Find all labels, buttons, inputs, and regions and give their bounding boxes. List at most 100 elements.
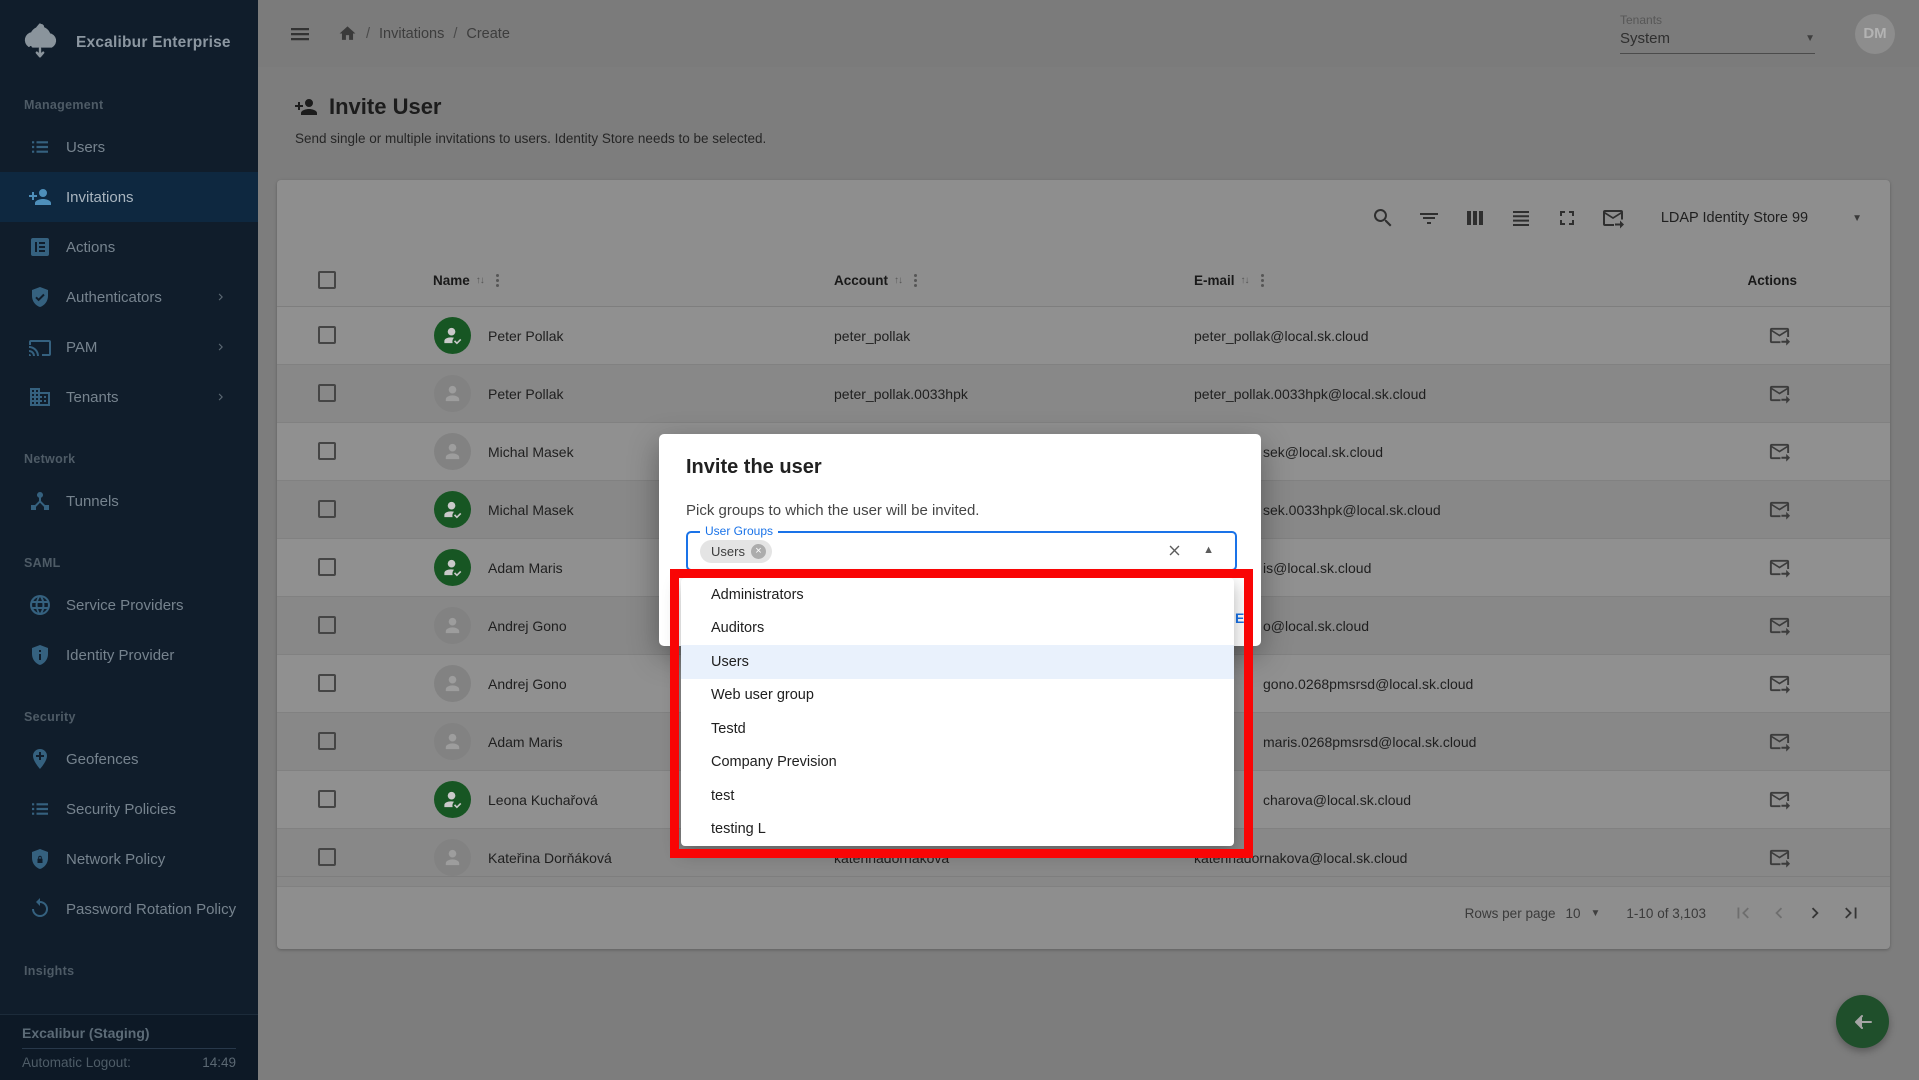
sidebar-item-label: Actions xyxy=(66,239,115,256)
home-icon[interactable] xyxy=(338,24,357,43)
sidebar-item-password-rotation-policy[interactable]: Password Rotation Policy xyxy=(0,884,258,934)
column-header-account[interactable]: Account ↑↓ xyxy=(834,273,917,288)
tenant-select[interactable]: Tenants System ▼ xyxy=(1620,13,1815,54)
row-checkbox[interactable] xyxy=(318,442,336,460)
dropdown-option-administrators[interactable]: Administrators xyxy=(681,578,1234,612)
cell-name: Andrej Gono xyxy=(488,676,567,692)
sidebar-item-authenticators[interactable]: Authenticators xyxy=(0,272,258,322)
sidebar-section-label-management: Management xyxy=(24,98,258,112)
dropdown-option-web-user-group[interactable]: Web user group xyxy=(681,679,1234,713)
sidebar-item-tunnels[interactable]: Tunnels xyxy=(0,476,258,526)
user-avatar[interactable]: DM xyxy=(1855,14,1895,54)
chip-remove-icon[interactable]: × xyxy=(751,544,766,559)
breadcrumb-separator: / xyxy=(453,26,457,42)
columns-icon[interactable] xyxy=(1463,206,1487,230)
search-icon[interactable] xyxy=(1371,206,1395,230)
column-menu-icon[interactable] xyxy=(914,274,917,287)
previous-page-icon[interactable] xyxy=(1768,902,1790,924)
person-add-icon xyxy=(28,185,52,209)
send-invitation-icon[interactable] xyxy=(1768,440,1791,463)
chevron-up-icon[interactable]: ▲ xyxy=(1203,544,1214,556)
column-menu-icon[interactable] xyxy=(496,274,499,287)
article-icon xyxy=(28,235,52,259)
fullscreen-icon[interactable] xyxy=(1555,206,1579,230)
person-icon xyxy=(441,382,464,405)
dropdown-option-company-prevision[interactable]: Company Prevision xyxy=(681,746,1234,780)
send-invitation-icon[interactable] xyxy=(1768,382,1791,405)
sort-icon[interactable]: ↑↓ xyxy=(476,275,484,286)
sort-icon[interactable]: ↑↓ xyxy=(1241,275,1249,286)
arrow-left-icon xyxy=(1851,1010,1875,1034)
send-invitation-icon[interactable] xyxy=(1768,498,1791,521)
shield-info-icon xyxy=(28,643,52,667)
back-fab-button[interactable] xyxy=(1836,995,1889,1048)
send-invitation-icon[interactable] xyxy=(1768,788,1791,811)
density-icon[interactable] xyxy=(1509,206,1533,230)
column-header-email[interactable]: E-mail ↑↓ xyxy=(1194,273,1264,288)
dropdown-option-auditors[interactable]: Auditors xyxy=(681,612,1234,646)
next-page-icon[interactable] xyxy=(1804,902,1826,924)
auto-logout-timer: 14:49 xyxy=(202,1055,236,1070)
row-checkbox[interactable] xyxy=(318,732,336,750)
rows-per-page-select[interactable]: Rows per page 10 ▼ xyxy=(1465,906,1601,921)
column-header-name[interactable]: Name ↑↓ xyxy=(433,273,499,288)
app-title: Excalibur Enterprise xyxy=(76,34,231,52)
sidebar-item-service-providers[interactable]: Service Providers xyxy=(0,580,258,630)
table-row[interactable]: Peter Pollakpeter_pollakpeter_pollak@loc… xyxy=(277,307,1890,365)
person-check-icon xyxy=(441,556,464,579)
sidebar-item-pam[interactable]: PAM xyxy=(0,322,258,372)
sidebar-item-network-policy[interactable]: Network Policy xyxy=(0,834,258,884)
send-invitation-icon[interactable] xyxy=(1768,324,1791,347)
sidebar-item-geofences[interactable]: Geofences xyxy=(0,734,258,784)
send-invitation-icon[interactable] xyxy=(1601,206,1625,230)
cell-name: Leona Kuchařová xyxy=(488,792,598,808)
list-icon xyxy=(28,797,52,821)
sidebar-item-security-policies[interactable]: Security Policies xyxy=(0,784,258,834)
dropdown-option-users[interactable]: Users xyxy=(681,645,1234,679)
row-checkbox[interactable] xyxy=(318,558,336,576)
rows-per-page-label: Rows per page xyxy=(1465,906,1556,921)
topbar: / Invitations / Create Tenants System ▼ … xyxy=(258,0,1919,67)
menu-toggle-icon[interactable] xyxy=(288,22,312,46)
send-invitation-icon[interactable] xyxy=(1768,730,1791,753)
last-page-icon[interactable] xyxy=(1840,902,1862,924)
dropdown-option-test[interactable]: test xyxy=(681,779,1234,813)
row-checkbox[interactable] xyxy=(318,326,336,344)
sidebar-item-invitations[interactable]: Invitations xyxy=(0,172,258,222)
dropdown-option-testd[interactable]: Testd xyxy=(681,712,1234,746)
avatar xyxy=(434,549,471,586)
sidebar-item-label: Identity Provider xyxy=(66,647,174,664)
table-row[interactable]: Peter Pollakpeter_pollak.0033hpkpeter_po… xyxy=(277,365,1890,423)
send-invitation-icon[interactable] xyxy=(1768,556,1791,579)
screen-cast-icon xyxy=(28,335,52,359)
send-invitation-icon[interactable] xyxy=(1768,614,1791,637)
row-checkbox[interactable] xyxy=(318,790,336,808)
row-checkbox[interactable] xyxy=(318,500,336,518)
sidebar-item-identity-provider[interactable]: Identity Provider xyxy=(0,630,258,680)
breadcrumb-invitations[interactable]: Invitations xyxy=(379,26,444,42)
select-all-checkbox[interactable] xyxy=(318,271,336,289)
filter-icon[interactable] xyxy=(1417,206,1441,230)
sidebar-item-actions[interactable]: Actions xyxy=(0,222,258,272)
sidebar-item-tenants[interactable]: Tenants xyxy=(0,372,258,422)
dropdown-option-testing-l[interactable]: testing L xyxy=(681,813,1234,847)
sidebar-item-users[interactable]: Users xyxy=(0,122,258,172)
first-page-icon[interactable] xyxy=(1732,902,1754,924)
send-invitation-icon[interactable] xyxy=(1768,672,1791,695)
identity-store-select[interactable]: LDAP Identity Store 99 ▼ xyxy=(1661,210,1862,226)
clear-selection-icon[interactable] xyxy=(1166,542,1183,559)
cell-name: Kateřina Dorňáková xyxy=(488,850,612,866)
send-invitation-icon[interactable] xyxy=(1768,846,1791,869)
column-menu-icon[interactable] xyxy=(1261,274,1264,287)
person-add-icon xyxy=(294,95,318,119)
row-checkbox[interactable] xyxy=(318,674,336,692)
cell-name: Peter Pollak xyxy=(488,386,563,402)
user-groups-input[interactable]: User Groups Users × ▲ xyxy=(686,531,1237,571)
tenant-selected-value: System xyxy=(1620,30,1670,47)
cell-email: peter_pollak.0033hpk@local.sk.cloud xyxy=(1194,386,1426,402)
row-checkbox[interactable] xyxy=(318,616,336,634)
sort-icon[interactable]: ↑↓ xyxy=(894,275,902,286)
row-checkbox[interactable] xyxy=(318,384,336,402)
modal-action-button-partial[interactable]: E xyxy=(1235,610,1244,626)
row-checkbox[interactable] xyxy=(318,848,336,866)
